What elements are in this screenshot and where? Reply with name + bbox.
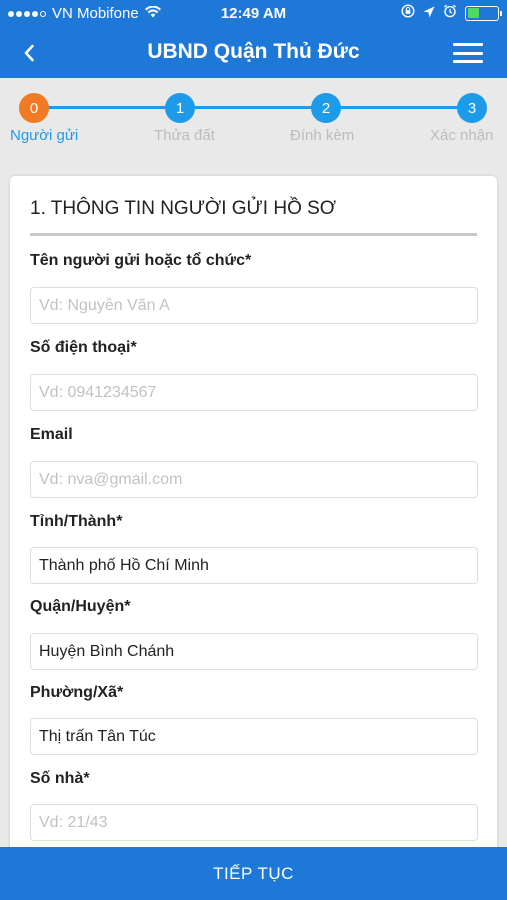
phone-input[interactable] xyxy=(30,374,478,411)
ward-label: Phường/Xã* xyxy=(30,684,124,701)
step-label: Xác nhận xyxy=(430,127,494,144)
district-label: Quận/Huyện* xyxy=(30,598,131,615)
sender-info-form: 1. THÔNG TIN NGƯỜI GỬI HỒ SƠ Tên người g… xyxy=(10,176,497,876)
page-title: UBND Quận Thủ Đức xyxy=(147,40,360,63)
hamburger-menu-icon[interactable] xyxy=(453,41,483,65)
email-input[interactable] xyxy=(30,461,478,498)
battery-icon xyxy=(465,5,502,21)
section-title: 1. THÔNG TIN NGƯỜI GỬI HỒ SƠ xyxy=(30,198,337,219)
progress-stepper: 0 Người gửi 1 Thửa đất 2 Đính kèm 3 Xác … xyxy=(0,78,507,158)
district-input[interactable] xyxy=(30,633,478,670)
email-label: Email xyxy=(30,426,73,443)
step-label: Người gửi xyxy=(10,127,79,144)
status-bar: VN Mobifone 12:49 AM xyxy=(0,0,507,28)
province-label: Tỉnh/Thành* xyxy=(30,513,123,530)
section-divider xyxy=(30,233,477,236)
screen-lock-icon xyxy=(401,4,415,22)
status-right xyxy=(401,4,502,22)
step-number: 3 xyxy=(457,93,487,123)
battery-level xyxy=(467,8,480,18)
province-input[interactable] xyxy=(30,547,478,584)
house-number-label: Số nhà* xyxy=(30,770,90,787)
step-label: Thửa đất xyxy=(154,127,215,144)
phone-label: Số điện thoại* xyxy=(30,339,137,356)
sender-name-label: Tên người gửi hoặc tổ chức* xyxy=(30,252,252,269)
house-number-input[interactable] xyxy=(30,804,478,841)
ward-input[interactable] xyxy=(30,718,478,755)
step-number: 2 xyxy=(311,93,341,123)
sender-name-input[interactable] xyxy=(30,287,478,324)
step-label: Đính kèm xyxy=(290,127,355,144)
alarm-icon xyxy=(443,4,457,22)
location-arrow-icon xyxy=(423,5,435,22)
step-number: 0 xyxy=(19,93,49,123)
step-number: 1 xyxy=(165,93,195,123)
navigation-bar: UBND Quận Thủ Đức xyxy=(0,28,507,78)
stepper-track xyxy=(34,106,473,109)
continue-button[interactable]: TIẾP TỤC xyxy=(0,847,507,900)
